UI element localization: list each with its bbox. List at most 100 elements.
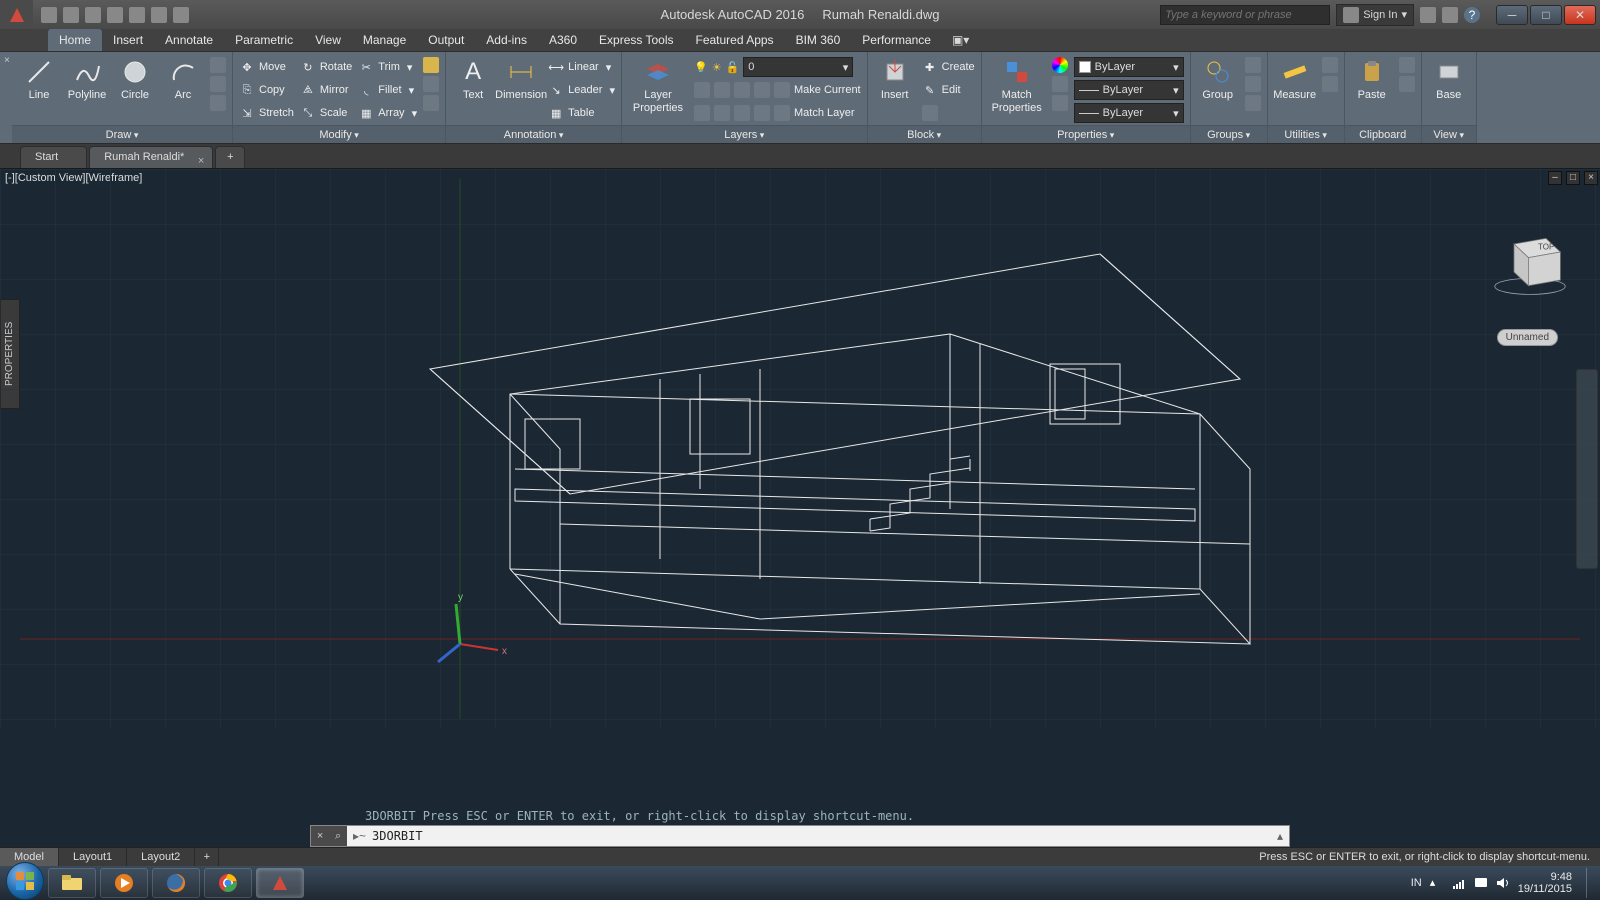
block-extra-button[interactable] bbox=[922, 103, 975, 123]
paste-button[interactable]: Paste bbox=[1351, 55, 1393, 102]
show-hidden-icon[interactable]: ▴ bbox=[1430, 876, 1444, 890]
tab-output[interactable]: Output bbox=[417, 29, 475, 51]
tab-manage[interactable]: Manage bbox=[352, 29, 417, 51]
qat-new-icon[interactable] bbox=[41, 7, 57, 23]
maximize-button[interactable]: □ bbox=[1530, 5, 1562, 25]
cmd-search-icon[interactable]: ⌕ bbox=[335, 830, 341, 843]
arc-button[interactable]: Arc bbox=[162, 55, 204, 102]
ribbon-collapse-icon[interactable]: × bbox=[4, 55, 14, 65]
layer-thaw-icon[interactable] bbox=[714, 105, 730, 121]
volume-icon[interactable] bbox=[1496, 876, 1510, 890]
tray-clock[interactable]: 9:48 19/11/2015 bbox=[1518, 871, 1578, 895]
circle-button[interactable]: Circle bbox=[114, 55, 156, 102]
taskbar-media-player[interactable] bbox=[100, 868, 148, 898]
taskbar-firefox[interactable] bbox=[152, 868, 200, 898]
exchange-icon[interactable] bbox=[1420, 7, 1436, 23]
measure-button[interactable]: Measure bbox=[1274, 55, 1316, 102]
ellipse-icon[interactable] bbox=[210, 76, 226, 92]
stretch-button[interactable]: ⇲Stretch bbox=[239, 103, 294, 123]
lineweight-dropdown[interactable]: ByLayer▾ bbox=[1074, 80, 1184, 100]
layout-tab-1[interactable]: Layout1 bbox=[59, 848, 127, 866]
layer-dropdown[interactable]: 💡 ☀ 🔓 0▾ bbox=[694, 57, 861, 77]
qat-save-icon[interactable] bbox=[85, 7, 101, 23]
panel-view-title[interactable]: View bbox=[1433, 129, 1464, 141]
tab-view[interactable]: View bbox=[304, 29, 352, 51]
qat-open-icon[interactable] bbox=[63, 7, 79, 23]
qat-plot-icon[interactable] bbox=[129, 7, 145, 23]
edit-block-button[interactable]: ✎Edit bbox=[922, 80, 975, 100]
match-properties-button[interactable]: Match Properties bbox=[988, 55, 1046, 115]
rotate-button[interactable]: ↻Rotate bbox=[300, 57, 352, 77]
cmd-close-icon[interactable]: × bbox=[317, 830, 323, 842]
signin-button[interactable]: Sign In ▾ bbox=[1336, 4, 1414, 26]
taskbar-explorer[interactable] bbox=[48, 868, 96, 898]
close-button[interactable]: ✕ bbox=[1564, 5, 1596, 25]
layer-freeze-icon[interactable] bbox=[714, 82, 730, 98]
panel-modify-title[interactable]: Modify bbox=[319, 129, 358, 141]
layer-iso-icon[interactable] bbox=[754, 82, 770, 98]
search-input[interactable] bbox=[1160, 5, 1330, 25]
group-edit-icon[interactable] bbox=[1245, 76, 1261, 92]
table-button[interactable]: ▦Table bbox=[548, 103, 615, 123]
fillet-button[interactable]: ◟Fillet ▾ bbox=[358, 80, 417, 100]
panel-layers-title[interactable]: Layers bbox=[724, 129, 764, 141]
qat-saveas-icon[interactable] bbox=[107, 7, 123, 23]
insert-button[interactable]: Insert bbox=[874, 55, 916, 102]
layer-on-icon[interactable] bbox=[694, 105, 710, 121]
linetype-dropdown[interactable]: ByLayer▾ bbox=[1074, 103, 1184, 123]
app-logo[interactable] bbox=[0, 0, 33, 29]
taskbar-chrome[interactable] bbox=[204, 868, 252, 898]
rectangle-icon[interactable] bbox=[210, 57, 226, 73]
layer-off-icon[interactable] bbox=[694, 82, 710, 98]
command-input[interactable] bbox=[372, 829, 1271, 843]
match-layer-icon[interactable] bbox=[774, 105, 790, 121]
layer-uniso-icon[interactable] bbox=[754, 105, 770, 121]
create-block-button[interactable]: ✚Create bbox=[922, 57, 975, 77]
tab-performance[interactable]: Performance bbox=[851, 29, 942, 51]
network-icon[interactable] bbox=[1452, 876, 1466, 890]
linear-button[interactable]: ⟷Linear ▾ bbox=[548, 57, 615, 77]
color-picker-icon[interactable] bbox=[1052, 57, 1068, 73]
line-button[interactable]: Line bbox=[18, 55, 60, 102]
tab-parametric[interactable]: Parametric bbox=[224, 29, 304, 51]
tab-express-tools[interactable]: Express Tools bbox=[588, 29, 684, 51]
hatch-icon[interactable] bbox=[210, 95, 226, 111]
layer-lock-icon[interactable] bbox=[734, 82, 750, 98]
tab-bim360[interactable]: BIM 360 bbox=[785, 29, 852, 51]
panel-properties-title[interactable]: Properties bbox=[1057, 129, 1114, 141]
new-tab-button[interactable]: + bbox=[215, 146, 245, 168]
panel-block-title[interactable]: Block bbox=[907, 129, 941, 141]
scale-button[interactable]: ⤡Scale bbox=[300, 103, 352, 123]
add-layout-button[interactable]: + bbox=[195, 848, 219, 866]
trim-button[interactable]: ✂Trim ▾ bbox=[358, 57, 417, 77]
qat-redo-icon[interactable] bbox=[173, 7, 189, 23]
panel-draw-title[interactable]: Draw bbox=[106, 129, 139, 141]
layer-unlock-icon[interactable] bbox=[734, 105, 750, 121]
base-view-button[interactable]: Base bbox=[1428, 55, 1470, 102]
panel-annotation-title[interactable]: Annotation bbox=[504, 129, 564, 141]
lineweight-icon[interactable] bbox=[1052, 76, 1068, 92]
move-button[interactable]: ✥Move bbox=[239, 57, 294, 77]
cut-icon[interactable] bbox=[1399, 57, 1415, 73]
tab-home[interactable]: Home bbox=[48, 29, 102, 51]
dimension-button[interactable]: Dimension bbox=[500, 55, 542, 102]
command-bar-handle[interactable]: ×⌕ bbox=[311, 826, 347, 846]
ungroup-icon[interactable] bbox=[1245, 57, 1261, 73]
autodesk360-icon[interactable] bbox=[1442, 7, 1458, 23]
qat-undo-icon[interactable] bbox=[151, 7, 167, 23]
ribbon-overflow-icon[interactable]: ▣▾ bbox=[942, 29, 979, 51]
tab-a360[interactable]: A360 bbox=[538, 29, 588, 51]
polyline-button[interactable]: Polyline bbox=[66, 55, 108, 102]
leader-button[interactable]: ↘Leader ▾ bbox=[548, 80, 615, 100]
match-layer-button[interactable]: Match Layer bbox=[794, 107, 855, 119]
group-button[interactable]: Group bbox=[1197, 55, 1239, 102]
linetype-icon[interactable] bbox=[1052, 95, 1068, 111]
layout-tab-2[interactable]: Layout2 bbox=[127, 848, 195, 866]
panel-utilities-title[interactable]: Utilities bbox=[1284, 129, 1326, 141]
command-expand-icon[interactable]: ▴ bbox=[1271, 829, 1289, 843]
quick-calc-icon[interactable] bbox=[1322, 76, 1338, 92]
mirror-button[interactable]: ⧌Mirror bbox=[300, 80, 352, 100]
color-dropdown[interactable]: ByLayer▾ bbox=[1074, 57, 1184, 77]
tab-insert[interactable]: Insert bbox=[102, 29, 154, 51]
drawing-area[interactable]: PROPERTIES [-][Custom View][Wireframe] –… bbox=[0, 169, 1600, 825]
